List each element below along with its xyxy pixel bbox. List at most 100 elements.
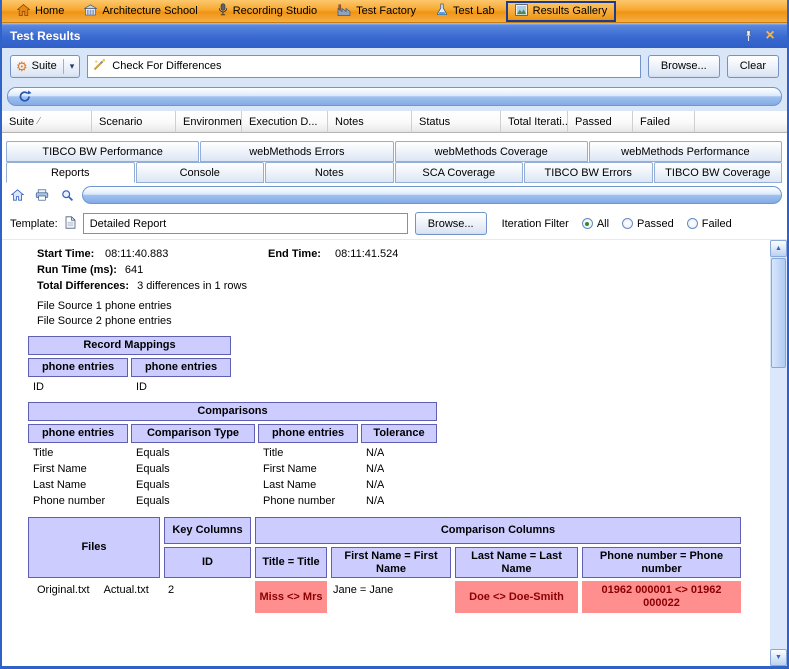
tab-notes[interactable]: Notes	[265, 162, 394, 183]
menu-item-test-factory[interactable]: Test Factory	[328, 1, 425, 22]
check-differences-icon	[93, 58, 106, 74]
record-mappings-col2: phone entries	[131, 358, 231, 377]
column-header-notes[interactable]: Notes	[328, 111, 412, 133]
close-icon[interactable]: ×	[761, 27, 779, 44]
browse-button[interactable]: Browse...	[647, 54, 720, 78]
suite-search-value: Check For Differences	[112, 60, 222, 72]
column-header-label: Failed	[640, 115, 670, 128]
gear-icon: ⚙	[16, 58, 28, 74]
menu-item-results-gallery[interactable]: Results Gallery	[505, 0, 617, 22]
radio-failed[interactable]: Failed	[686, 217, 732, 230]
template-browse-button[interactable]: Browse...	[414, 212, 487, 235]
column-header-label: Passed	[575, 115, 612, 128]
vertical-scrollbar[interactable]: ▲ ▼	[770, 240, 787, 666]
document-icon	[65, 215, 76, 232]
column-header-status[interactable]: Status	[412, 111, 501, 133]
pin-icon[interactable]	[739, 28, 757, 44]
factory-icon	[337, 4, 351, 19]
menu-item-label: Test Factory	[356, 5, 417, 17]
tab-sca-coverage[interactable]: SCA Coverage	[394, 162, 523, 183]
column-header-passed[interactable]: Passed	[568, 111, 633, 133]
results-table: Files Key Columns Comparison Columns ID …	[28, 517, 766, 614]
comparison-cell: N/A	[366, 447, 385, 459]
comparison-cell: Phone number	[33, 495, 106, 507]
menu-item-test-lab[interactable]: Test Lab	[427, 0, 504, 22]
scrollbar-track[interactable]	[770, 369, 787, 649]
template-input[interactable]: Detailed Report	[82, 213, 408, 234]
column-header-label: Total Iterati...	[508, 115, 568, 128]
panel-title-bar: Test Results ×	[2, 23, 787, 48]
comparison-sub-header-cell: First Name = First Name	[331, 547, 451, 579]
comparisons-header-cell: Tolerance	[361, 424, 437, 443]
microphone-icon	[218, 3, 228, 19]
mapping-cell: ID	[136, 381, 147, 393]
column-header-total-iterations[interactable]: Total Iterati...	[501, 111, 568, 133]
column-header-execution-date[interactable]: Execution D...	[242, 111, 328, 133]
test-results-window: Home Architecture School Recording Studi…	[0, 0, 789, 669]
suite-button-divider	[62, 58, 64, 74]
menu-item-home[interactable]: Home	[8, 1, 73, 22]
search-icon[interactable]	[57, 186, 77, 204]
clear-button[interactable]: Clear	[726, 54, 779, 78]
comparison-sub-header-cell: Last Name = Last Name	[455, 547, 578, 579]
tab-console[interactable]: Console	[135, 162, 264, 183]
file1-name: Original.txt	[37, 584, 90, 597]
comparison-cell: N/A	[366, 479, 385, 491]
comparison-cell: Equals	[136, 463, 170, 475]
comparison-sub-header-cell: Title = Title	[255, 547, 327, 579]
tab-tibco-bw-performance[interactable]: TIBCO BW Performance	[6, 141, 200, 162]
tab-webmethods-errors[interactable]: webMethods Errors	[200, 141, 394, 162]
menu-item-architecture-school[interactable]: Architecture School	[75, 1, 206, 22]
tab-label: Notes	[314, 166, 344, 179]
radio-all-circle[interactable]	[581, 218, 593, 229]
menu-item-recording-studio[interactable]: Recording Studio	[209, 0, 326, 22]
menu-item-label: Architecture School	[102, 5, 198, 17]
key-value-cell: 2	[168, 584, 175, 597]
comparison-cell: Phone number	[263, 495, 336, 507]
tab-label: webMethods Errors	[249, 145, 345, 158]
diff-cell: Doe <> Doe-Smith	[455, 581, 578, 614]
report-icon-toolbar	[2, 183, 787, 207]
comparisons-header-row: phone entries Comparison Type phone entr…	[28, 424, 766, 443]
print-icon[interactable]	[32, 186, 52, 204]
scroll-up-icon[interactable]: ▲	[770, 240, 787, 257]
file-source-2-value: phone entries	[105, 315, 172, 327]
comparison-columns-header-cell: Comparison Columns	[255, 517, 741, 544]
file2-name: Actual.txt	[103, 584, 149, 597]
template-label: Template:	[10, 217, 58, 230]
gallery-icon	[514, 3, 528, 19]
record-mappings-section: Record Mappings phone entries phone entr…	[28, 336, 766, 393]
file-source-2-label: File Source 2	[37, 315, 102, 327]
report-home-icon[interactable]	[7, 186, 27, 204]
tab-webmethods-performance[interactable]: webMethods Performance	[588, 141, 782, 162]
radio-passed[interactable]: Passed	[622, 218, 674, 230]
radio-failed-circle[interactable]	[686, 218, 698, 229]
comparison-cell: Last Name	[33, 479, 87, 491]
comparisons-section: Comparisons phone entries Comparison Typ…	[28, 402, 766, 507]
radio-all[interactable]: All	[581, 218, 609, 230]
tab-tibco-bw-coverage[interactable]: TIBCO BW Coverage	[653, 162, 782, 183]
column-header-environment[interactable]: Environment	[176, 111, 242, 133]
architecture-school-icon	[83, 3, 99, 19]
chevron-down-icon[interactable]: ▾	[70, 61, 75, 72]
refresh-icon[interactable]	[15, 88, 35, 106]
file-source-1-row: File Source 1 phone entries	[37, 300, 766, 312]
column-header-label: Environment	[183, 115, 242, 128]
column-header-scenario[interactable]: Scenario	[92, 111, 176, 133]
tab-tibco-bw-errors[interactable]: TIBCO BW Errors	[524, 162, 653, 183]
comparison-row: Phone number Equals Phone number N/A	[28, 495, 766, 507]
tab-webmethods-coverage[interactable]: webMethods Coverage	[394, 141, 588, 162]
tab-reports[interactable]: Reports	[6, 162, 135, 183]
radio-failed-label: Failed	[701, 217, 732, 230]
scrollbar-thumb[interactable]	[771, 258, 786, 368]
match-cell: Jane = Jane	[333, 584, 394, 597]
comparison-cell: Equals	[136, 495, 170, 507]
refresh-bar-row	[2, 84, 787, 111]
column-header-failed[interactable]: Failed	[633, 111, 695, 133]
suite-button[interactable]: ⚙ Suite ▾	[10, 54, 81, 78]
suite-search-input[interactable]: Check For Differences	[87, 54, 641, 78]
scroll-down-icon[interactable]: ▼	[770, 649, 787, 666]
radio-passed-circle[interactable]	[622, 218, 634, 229]
column-header-suite[interactable]: Suite ∕	[2, 111, 92, 133]
record-mappings-header-row: phone entries phone entries	[28, 358, 766, 377]
